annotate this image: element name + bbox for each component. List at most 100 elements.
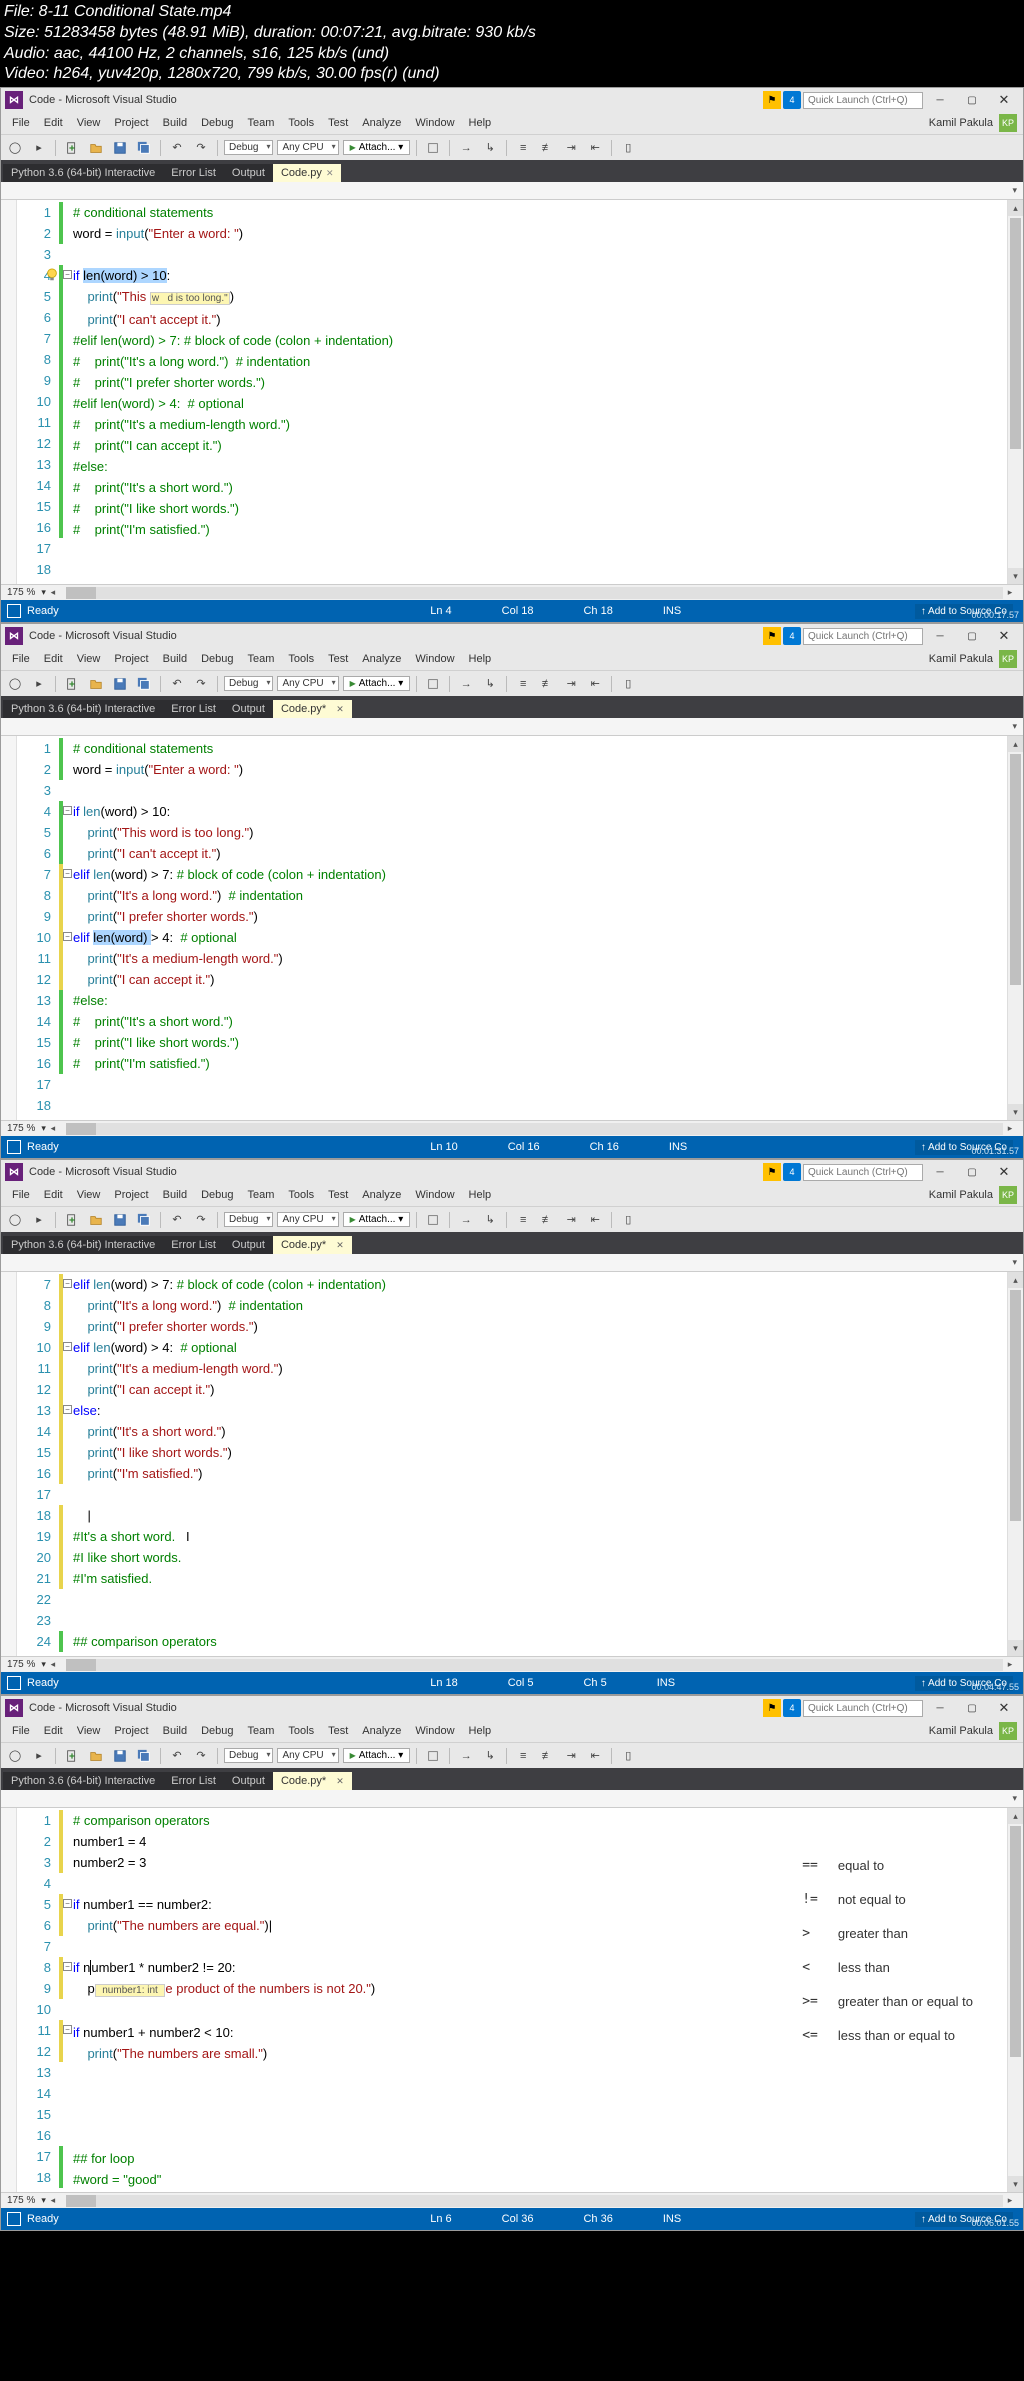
scroll-down-icon[interactable]: ▾ xyxy=(1008,568,1023,584)
scroll-down-icon[interactable]: ▾ xyxy=(1008,1640,1023,1656)
comment-icon[interactable]: ≡ xyxy=(513,674,533,694)
scroll-right-icon[interactable]: ▸ xyxy=(1003,1659,1017,1670)
bookmark-icon[interactable]: ▯ xyxy=(618,1746,638,1766)
scroll-left-icon[interactable]: ◂ xyxy=(46,1659,60,1670)
notification-flag-icon[interactable]: ⚑ xyxy=(763,91,781,109)
menu-debug[interactable]: Debug xyxy=(194,117,240,129)
start-button[interactable]: Attach... ▾ xyxy=(343,140,411,155)
menu-help[interactable]: Help xyxy=(462,653,499,665)
vertical-scrollbar[interactable]: ▴ ▾ xyxy=(1007,200,1023,584)
menu-window[interactable]: Window xyxy=(408,117,461,129)
platform-dropdown[interactable]: Any CPU xyxy=(277,676,338,691)
scroll-down-icon[interactable]: ▾ xyxy=(1008,1104,1023,1120)
tool-icon[interactable] xyxy=(423,1746,443,1766)
nav-back-icon[interactable]: ◯ xyxy=(5,138,25,158)
minimize-button[interactable]: ─ xyxy=(925,90,955,110)
code-editor[interactable]: 123456789101112131415161718 −−− # compar… xyxy=(1,1808,1023,2192)
scroll-right-icon[interactable]: ▸ xyxy=(1003,587,1017,598)
breadcrumb-bar[interactable] xyxy=(1,1254,1023,1272)
uncomment-icon[interactable]: ≢ xyxy=(537,674,557,694)
notification-badge[interactable]: 4 xyxy=(783,91,801,109)
bookmark-icon[interactable]: ▯ xyxy=(618,138,638,158)
tab-errorlist[interactable]: Error List xyxy=(163,1772,224,1790)
maximize-button[interactable]: ▢ xyxy=(957,626,987,646)
menu-tools[interactable]: Tools xyxy=(281,1725,321,1737)
outdent-icon[interactable]: ⇤ xyxy=(585,1746,605,1766)
tab-interactive[interactable]: Python 3.6 (64-bit) Interactive xyxy=(3,164,163,182)
collapse-toggle[interactable]: − xyxy=(63,869,72,878)
tab-output[interactable]: Output xyxy=(224,1772,273,1790)
nav-fwd-icon[interactable]: ▸ xyxy=(29,138,49,158)
quick-launch-input[interactable] xyxy=(803,92,923,109)
collapse-toggle[interactable]: − xyxy=(63,270,72,279)
new-file-icon[interactable] xyxy=(62,1746,82,1766)
uncomment-icon[interactable]: ≢ xyxy=(537,1746,557,1766)
scroll-up-icon[interactable]: ▴ xyxy=(1008,200,1023,216)
nav-back-icon[interactable]: ◯ xyxy=(5,1746,25,1766)
menu-analyze[interactable]: Analyze xyxy=(355,1189,408,1201)
comment-icon[interactable]: ≡ xyxy=(513,1210,533,1230)
config-dropdown[interactable]: Debug xyxy=(224,1212,273,1227)
indent-icon[interactable]: ⇥ xyxy=(561,674,581,694)
redo-icon[interactable]: ↷ xyxy=(191,138,211,158)
indent-icon[interactable]: ⇥ xyxy=(561,1746,581,1766)
tab-output[interactable]: Output xyxy=(224,164,273,182)
menu-project[interactable]: Project xyxy=(107,1189,155,1201)
menu-edit[interactable]: Edit xyxy=(37,117,70,129)
menu-edit[interactable]: Edit xyxy=(37,653,70,665)
indent-icon[interactable]: ⇥ xyxy=(561,1210,581,1230)
quick-launch-input[interactable] xyxy=(803,1700,923,1717)
menu-view[interactable]: View xyxy=(70,117,108,129)
menu-file[interactable]: File xyxy=(5,1725,37,1737)
close-button[interactable]: ✕ xyxy=(989,1162,1019,1182)
menu-tools[interactable]: Tools xyxy=(281,1189,321,1201)
open-file-icon[interactable] xyxy=(86,1746,106,1766)
menu-team[interactable]: Team xyxy=(241,653,282,665)
step-icon2[interactable]: ↳ xyxy=(480,1210,500,1230)
menu-test[interactable]: Test xyxy=(321,1189,355,1201)
tool-icon[interactable] xyxy=(423,138,443,158)
menu-window[interactable]: Window xyxy=(408,1189,461,1201)
scroll-up-icon[interactable]: ▴ xyxy=(1008,1272,1023,1288)
uncomment-icon[interactable]: ≢ xyxy=(537,138,557,158)
start-button[interactable]: Attach... ▾ xyxy=(343,1212,411,1227)
menu-window[interactable]: Window xyxy=(408,1725,461,1737)
tab-interactive[interactable]: Python 3.6 (64-bit) Interactive xyxy=(3,1236,163,1254)
tab-interactive[interactable]: Python 3.6 (64-bit) Interactive xyxy=(3,1772,163,1790)
menu-project[interactable]: Project xyxy=(107,117,155,129)
save-icon[interactable] xyxy=(110,674,130,694)
menu-help[interactable]: Help xyxy=(462,1189,499,1201)
menu-build[interactable]: Build xyxy=(156,117,194,129)
collapse-toggle[interactable]: − xyxy=(63,1342,72,1351)
save-all-icon[interactable] xyxy=(134,674,154,694)
redo-icon[interactable]: ↷ xyxy=(191,1210,211,1230)
config-dropdown[interactable]: Debug xyxy=(224,1748,273,1763)
menu-project[interactable]: Project xyxy=(107,1725,155,1737)
menu-analyze[interactable]: Analyze xyxy=(355,117,408,129)
menu-help[interactable]: Help xyxy=(462,117,499,129)
menu-team[interactable]: Team xyxy=(241,1725,282,1737)
save-all-icon[interactable] xyxy=(134,1210,154,1230)
undo-icon[interactable]: ↶ xyxy=(167,1210,187,1230)
collapse-toggle[interactable]: − xyxy=(63,1405,72,1414)
menu-file[interactable]: File xyxy=(5,117,37,129)
user-label[interactable]: Kamil PakulaKP xyxy=(929,650,1017,668)
menu-edit[interactable]: Edit xyxy=(37,1725,70,1737)
breadcrumb-bar[interactable] xyxy=(1,1790,1023,1808)
notification-badge[interactable]: 4 xyxy=(783,1699,801,1717)
scroll-left-icon[interactable]: ◂ xyxy=(46,587,60,598)
collapse-toggle[interactable]: − xyxy=(63,1962,72,1971)
save-icon[interactable] xyxy=(110,138,130,158)
menu-analyze[interactable]: Analyze xyxy=(355,1725,408,1737)
config-dropdown[interactable]: Debug xyxy=(224,676,273,691)
breadcrumb-bar[interactable] xyxy=(1,718,1023,736)
outdent-icon[interactable]: ⇤ xyxy=(585,138,605,158)
outdent-icon[interactable]: ⇤ xyxy=(585,674,605,694)
collapse-toggle[interactable]: − xyxy=(63,806,72,815)
comment-icon[interactable]: ≡ xyxy=(513,1746,533,1766)
nav-fwd-icon[interactable]: ▸ xyxy=(29,674,49,694)
horizontal-scrollbar[interactable] xyxy=(66,587,1003,599)
code-content[interactable]: # conditional statementsword = input("En… xyxy=(73,200,1023,584)
user-label[interactable]: Kamil PakulaKP xyxy=(929,1186,1017,1204)
maximize-button[interactable]: ▢ xyxy=(957,90,987,110)
